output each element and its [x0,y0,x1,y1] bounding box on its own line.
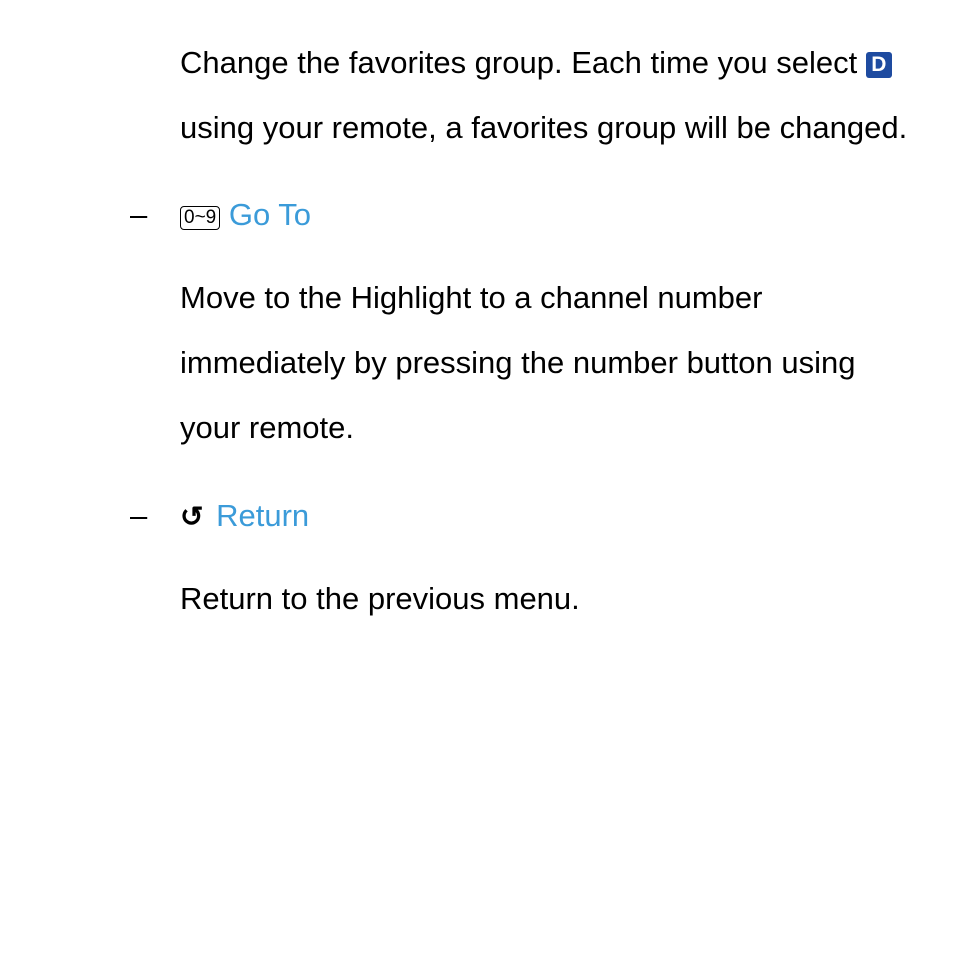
return-label: Return [216,498,309,533]
favorites-description: Change the favorites group. Each time yo… [180,30,914,160]
favorites-text-before: Change the favorites group. Each time yo… [180,45,866,80]
number-keys-icon: 0~9 [180,206,220,230]
dash-icon: – [130,483,147,548]
return-description: Return to the previous menu. [180,566,914,631]
return-item: – ↺ Return Return to the previous menu. [180,483,914,631]
goto-label: Go To [229,197,311,232]
favorites-text-after: using your remote, a favorites group wil… [180,110,907,145]
goto-description: Move to the Highlight to a channel numbe… [180,265,914,460]
return-icon: ↺ [180,488,203,547]
d-button-icon: D [866,52,892,78]
dash-icon: – [130,182,147,247]
goto-item: – 0~9 Go To Move to the Highlight to a c… [180,182,914,460]
